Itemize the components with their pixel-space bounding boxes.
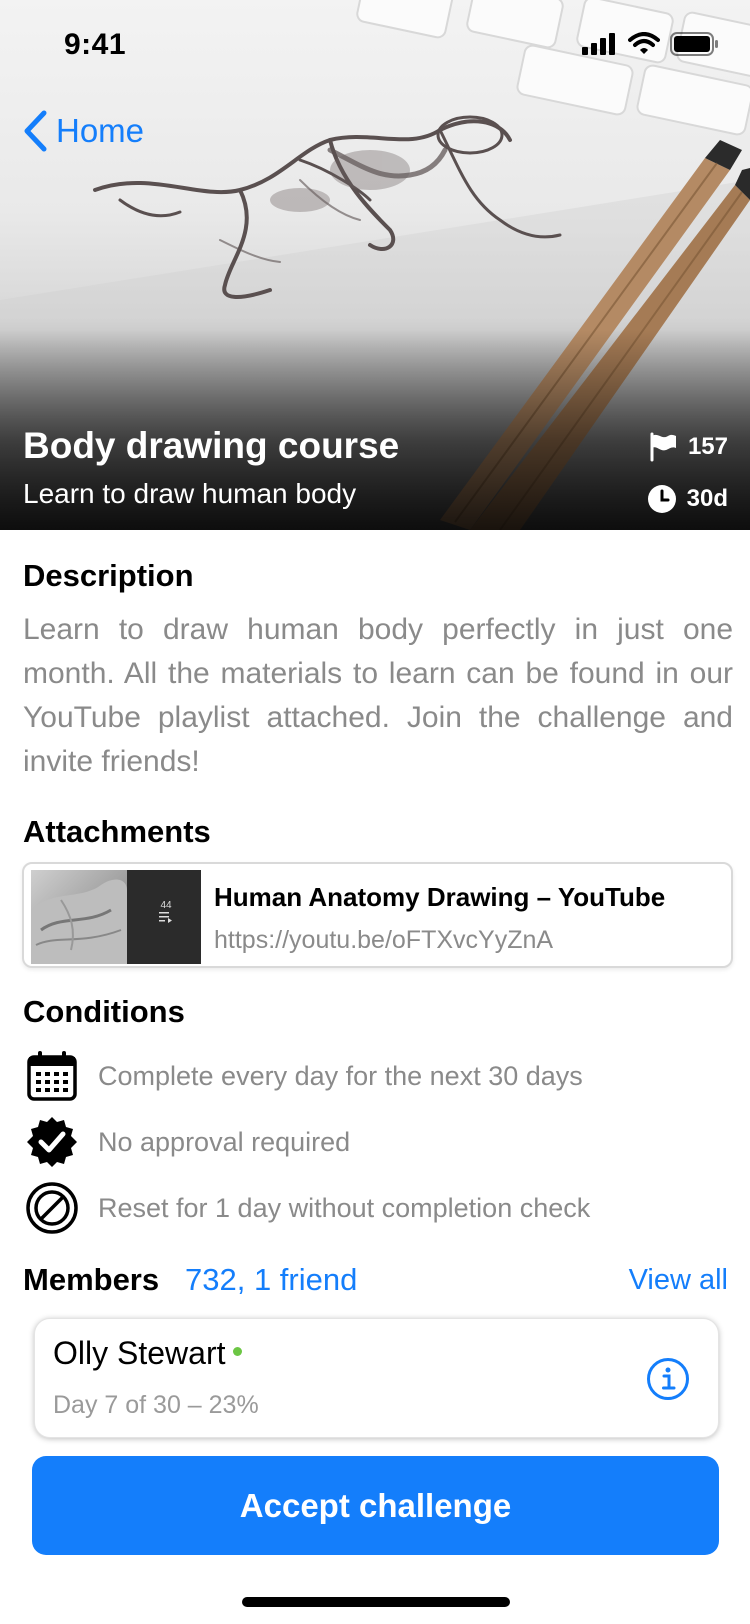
- battery-icon: [670, 32, 718, 56]
- condition-text: No approval required: [98, 1126, 351, 1157]
- accept-challenge-button[interactable]: Accept challenge: [32, 1456, 719, 1555]
- duration-value: 30d: [686, 485, 728, 512]
- member-card[interactable]: Olly Stewart Day 7 of 30 – 23%: [34, 1318, 719, 1438]
- back-button[interactable]: Home: [22, 110, 144, 152]
- playlist-count: 44: [159, 900, 173, 926]
- member-name-row: Olly Stewart: [53, 1335, 243, 1372]
- participants-stat: 157: [648, 432, 728, 462]
- back-label: Home: [56, 112, 145, 149]
- condition-text: Reset for 1 day without completion check: [98, 1192, 591, 1223]
- attachment-url: https://youtu.be/oFTXvcYyZnA: [214, 926, 554, 954]
- attachments-heading: Attachments: [23, 814, 211, 849]
- info-icon: [647, 1358, 689, 1400]
- attachment-card[interactable]: 44 Human Anatomy Drawing – YouTube https…: [22, 862, 733, 968]
- signal-icon: [582, 33, 615, 55]
- status-time: 9:41: [64, 28, 127, 61]
- condition-item: Complete every day for the next 30 days: [24, 1048, 583, 1104]
- member-progress: Day 7 of 30 – 23%: [53, 1391, 259, 1419]
- condition-item: No approval required: [24, 1114, 350, 1170]
- members-heading: Members: [23, 1262, 160, 1297]
- prohibited-icon: [24, 1180, 80, 1236]
- anatomy-thumbnail-image: [31, 870, 127, 964]
- verified-badge-icon: [24, 1114, 80, 1170]
- view-all-link[interactable]: View all: [629, 1264, 728, 1297]
- info-button[interactable]: [646, 1357, 690, 1406]
- condition-item: Reset for 1 day without completion check: [24, 1180, 590, 1236]
- description-text: Learn to draw human body perfectly in ju…: [23, 613, 733, 778]
- flags-count: 157: [687, 433, 728, 460]
- challenge-subtitle: Learn to draw human body: [23, 478, 357, 509]
- status-icons: [582, 32, 720, 56]
- duration-stat: 30d: [647, 484, 728, 514]
- condition-text: Complete every day for the next 30 days: [98, 1060, 583, 1091]
- status-bar: 9:41: [0, 0, 750, 88]
- home-indicator: [242, 1597, 510, 1607]
- attachment-title: Human Anatomy Drawing – YouTube: [214, 882, 666, 912]
- members-count[interactable]: 732, 1 friend: [185, 1262, 357, 1298]
- challenge-title: Body drawing course: [23, 425, 400, 466]
- description-heading: Description: [23, 558, 194, 593]
- calendar-icon: [24, 1048, 80, 1104]
- playlist-icon: [159, 912, 172, 923]
- online-indicator: [233, 1347, 243, 1357]
- conditions-heading: Conditions: [23, 994, 185, 1029]
- clock-icon: [647, 485, 676, 513]
- wifi-icon: [628, 32, 660, 54]
- member-name: Olly Stewart: [53, 1335, 226, 1371]
- flag-icon: [650, 432, 676, 462]
- video-thumbnail: 44: [31, 870, 201, 964]
- chevron-left-icon: [24, 110, 47, 152]
